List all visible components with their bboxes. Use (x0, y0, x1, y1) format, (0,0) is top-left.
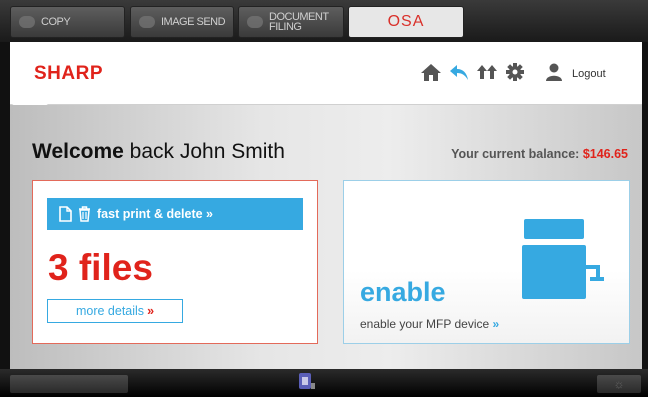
printer-icon (522, 219, 604, 299)
chevron-right-icon: » (492, 317, 500, 331)
bottom-bar: ☼ (0, 369, 648, 397)
bottom-left-button[interactable] (10, 375, 128, 393)
document-filing-icon (247, 16, 263, 28)
tab-copy-label: COPY (41, 16, 71, 28)
user-icon[interactable] (544, 62, 564, 82)
main-panel: Welcome back John Smith Your current bal… (10, 105, 642, 369)
tab-copy[interactable]: COPY (10, 6, 125, 38)
document-icon (59, 206, 72, 222)
enable-title: enable (360, 277, 446, 307)
copy-icon (19, 16, 35, 28)
swap-icon[interactable] (476, 62, 498, 82)
enable-description: enable your MFP device » (360, 317, 499, 331)
welcome-bold: Welcome (32, 140, 124, 163)
osa-label: OSA (387, 13, 425, 30)
sharp-logo: SHARP (34, 63, 104, 84)
status-icon (299, 373, 315, 389)
gear-icon[interactable] (504, 62, 526, 82)
logout-button[interactable]: Logout (572, 68, 606, 80)
image-send-icon (139, 16, 155, 28)
tab-document-filing-label: DOCUMENT FILING (269, 11, 329, 33)
more-details-label: more details (75, 304, 145, 318)
more-details-button[interactable]: more details » (47, 299, 183, 323)
home-icon[interactable] (420, 62, 442, 82)
enable-card[interactable]: enable enable your MFP device » (343, 180, 630, 344)
enable-description-text: enable your MFP device (360, 317, 493, 331)
bottom-right-button[interactable]: ☼ (597, 375, 641, 393)
fast-print-delete-button[interactable]: fast print & delete » (47, 198, 303, 230)
print-card: fast print & delete » 3 files more detai… (32, 180, 318, 344)
balance-amount: $146.65 (582, 147, 628, 161)
settings-icon: ☼ (613, 377, 625, 391)
tab-image-send-label: IMAGE SEND (161, 16, 226, 28)
welcome-name: back John Smith (123, 140, 285, 163)
chevron-right-icon: » (147, 304, 155, 318)
fast-print-delete-label: fast print & delete » (97, 207, 213, 221)
osa-logo: OSA (388, 13, 425, 31)
files-count: 3 files (48, 247, 153, 288)
tab-image-send[interactable]: IMAGE SEND (130, 6, 234, 38)
trash-icon (79, 206, 90, 222)
welcome-message: Welcome back John Smith (32, 140, 285, 164)
balance: Your current balance: $146.65 (451, 147, 628, 161)
balance-label: Your current balance: (451, 147, 583, 161)
header: SHARP Logout (10, 42, 642, 105)
mode-tab-bar: COPY IMAGE SEND DOCUMENT FILING OSA (0, 0, 648, 42)
tab-document-filing[interactable]: DOCUMENT FILING (238, 6, 344, 38)
tab-osa[interactable]: OSA (348, 6, 464, 38)
back-icon[interactable] (448, 62, 470, 82)
